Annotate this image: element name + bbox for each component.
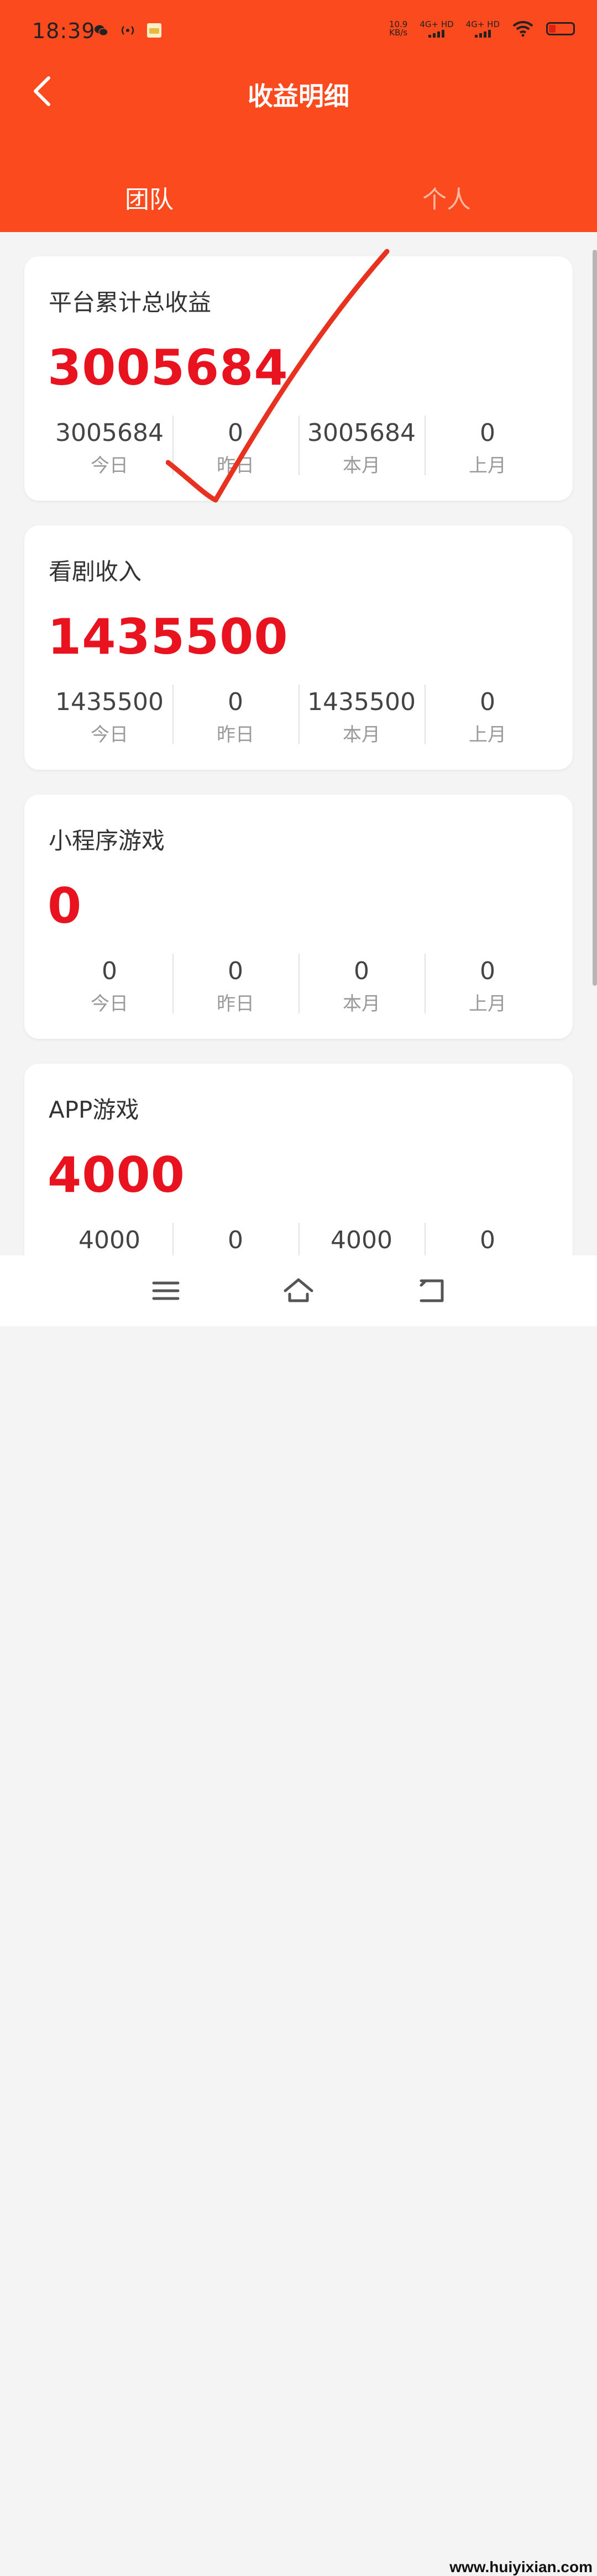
signal-bars-icon bbox=[420, 29, 453, 38]
card-total: 0 bbox=[48, 877, 82, 934]
stat-value: 0 bbox=[228, 1226, 243, 1254]
watermark: www.huiyixian.com bbox=[449, 2558, 593, 2575]
stat-label: 今日 bbox=[91, 455, 128, 477]
card-total: 1435500 bbox=[48, 608, 289, 665]
sim2-label: 4G+ HD bbox=[465, 19, 500, 29]
home-icon[interactable] bbox=[283, 1276, 314, 1305]
stat-last-month: 0 上月 bbox=[425, 954, 551, 1015]
card-total: 4000 bbox=[48, 1147, 185, 1203]
scrollbar[interactable] bbox=[593, 250, 597, 986]
stat-value: 0 bbox=[480, 688, 495, 716]
stats-row: 1435500 今日 0 昨日 1435500 本月 0 上月 bbox=[24, 685, 573, 746]
stat-this-month: 0 本月 bbox=[298, 954, 425, 1015]
header-bar: 18:39 10.9 KB/s 4G+ HD 4G+ HD 收益明细 团队 个人 bbox=[0, 0, 597, 232]
stat-value: 4000 bbox=[78, 1226, 140, 1254]
stat-last-month: 0 上月 bbox=[425, 685, 551, 746]
tab-team[interactable]: 团队 bbox=[125, 180, 174, 215]
card-label: 看剧收入 bbox=[49, 558, 142, 585]
stat-today: 0 今日 bbox=[46, 954, 172, 1015]
sim1-label: 4G+ HD bbox=[420, 19, 454, 29]
stat-yesterday: 0 昨日 bbox=[172, 685, 298, 746]
stat-value: 1435500 bbox=[307, 688, 416, 716]
status-bar: 18:39 10.9 KB/s 4G+ HD 4G+ HD bbox=[0, 0, 597, 66]
net-speed: 10.9 KB/s bbox=[389, 20, 407, 37]
stat-value: 1435500 bbox=[55, 688, 164, 716]
page-title: 收益明细 bbox=[248, 81, 349, 111]
battery-icon bbox=[546, 22, 575, 35]
menu-icon[interactable] bbox=[150, 1276, 181, 1305]
wifi-icon bbox=[512, 20, 533, 37]
stat-this-month: 1435500 本月 bbox=[298, 685, 425, 746]
stat-value: 0 bbox=[228, 688, 243, 716]
stat-value: 0 bbox=[228, 957, 243, 985]
stat-last-month: 0 上月 bbox=[425, 416, 551, 477]
hotspot-icon bbox=[121, 26, 134, 35]
stat-label: 今日 bbox=[91, 993, 128, 1015]
stat-value: 0 bbox=[480, 419, 495, 447]
net-speed-unit: KB/s bbox=[389, 28, 408, 38]
stat-label: 本月 bbox=[343, 993, 380, 1015]
stat-label: 上月 bbox=[469, 724, 506, 746]
wechat-icon bbox=[95, 25, 108, 36]
notification-icons bbox=[93, 22, 163, 39]
stat-today: 3005684 今日 bbox=[46, 416, 172, 477]
tab-personal[interactable]: 个人 bbox=[422, 180, 471, 215]
card-label: APP游戏 bbox=[49, 1096, 139, 1123]
stat-label: 昨日 bbox=[217, 724, 254, 746]
stat-today: 1435500 今日 bbox=[46, 685, 172, 746]
card-label: 小程序游戏 bbox=[49, 827, 165, 854]
stat-value: 0 bbox=[480, 1226, 495, 1254]
stat-label: 本月 bbox=[343, 724, 380, 746]
stat-value: 4000 bbox=[331, 1226, 392, 1254]
stat-label: 昨日 bbox=[217, 993, 254, 1015]
back-arrow-icon[interactable] bbox=[416, 1276, 447, 1305]
sim1-signal: 4G+ HD bbox=[420, 19, 454, 38]
system-nav-bar: www.huiyixian.com bbox=[0, 1255, 597, 2575]
stat-label: 今日 bbox=[91, 724, 128, 746]
earnings-card-drama: 看剧收入 1435500 1435500 今日 0 昨日 1435500 本月 0 上月 bbox=[24, 525, 573, 770]
signal-bars-icon bbox=[466, 29, 500, 38]
stat-value: 3005684 bbox=[55, 419, 164, 447]
status-right: 10.9 KB/s 4G+ HD 4G+ HD bbox=[389, 20, 575, 38]
app-notification-icon bbox=[147, 23, 161, 38]
checkmark-annotation-icon bbox=[166, 249, 390, 503]
stat-value: 0 bbox=[480, 957, 495, 985]
status-time: 18:39 bbox=[32, 19, 96, 43]
stat-label: 上月 bbox=[469, 455, 506, 477]
stat-label: 上月 bbox=[469, 993, 506, 1015]
stat-yesterday: 0 昨日 bbox=[172, 954, 298, 1015]
stat-value: 0 bbox=[102, 957, 117, 985]
stat-value: 0 bbox=[354, 957, 369, 985]
stats-row: 0 今日 0 昨日 0 本月 0 上月 bbox=[24, 954, 573, 1015]
earnings-card-mini-program-games: 小程序游戏 0 0 今日 0 昨日 0 本月 0 上月 bbox=[24, 795, 573, 1039]
sim2-signal: 4G+ HD bbox=[466, 20, 500, 38]
